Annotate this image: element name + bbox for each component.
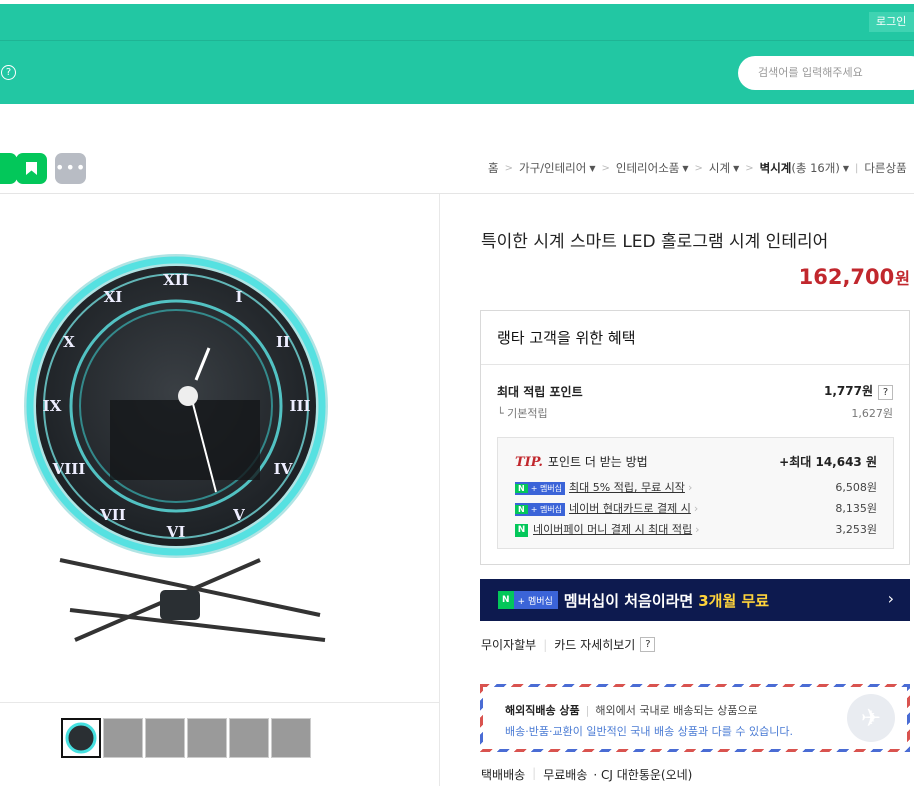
max-point-value: 1,777원: [824, 384, 873, 398]
thumbnail[interactable]: [145, 718, 185, 758]
installment-link[interactable]: 무이자할부: [481, 636, 536, 653]
product-main-image[interactable]: XIIIII IIIIVV VIVIIVIII IXXXI: [0, 230, 440, 670]
svg-text:VI: VI: [166, 523, 186, 541]
overseas-shipping-notice: 해외직배송 상품 | 해외에서 국내로 배송되는 상품으로 배송·반품·교환이 일반…: [480, 684, 910, 752]
svg-text:II: II: [276, 333, 290, 351]
svg-text:V: V: [232, 506, 245, 524]
divider: [0, 702, 439, 703]
shipping-info: 택배배송 | 무료배송 · CJ 대한통운(오네): [481, 766, 693, 782]
bookmark-share-icon[interactable]: [16, 153, 47, 184]
benefit-title: 랭타 고객을 위한 혜택: [497, 329, 636, 347]
login-button[interactable]: 로그인: [869, 12, 914, 32]
more-share-icon[interactable]: •••: [55, 153, 86, 184]
benefit-box: 랭타 고객을 위한 혜택 최대 적립 포인트 1,777원? └ 기본적립 1,…: [480, 310, 910, 565]
membership-badge: N + 멤버십: [498, 591, 558, 609]
svg-text:III: III: [289, 397, 310, 415]
svg-text:VIII: VIII: [52, 460, 86, 478]
svg-text:XI: XI: [104, 288, 123, 306]
thumbnail[interactable]: [61, 718, 101, 758]
chevron-down-icon[interactable]: ▼: [589, 164, 595, 173]
svg-text:IV: IV: [274, 460, 293, 478]
breadcrumb-interior-goods[interactable]: 인테리어소품: [616, 160, 679, 176]
chevron-down-icon[interactable]: ▼: [733, 164, 739, 173]
tip-item[interactable]: N + 멤버십 최대 5% 적립, 무료 시작 › 6,508원: [515, 479, 877, 495]
breadcrumb-furniture[interactable]: 가구/인테리어: [519, 160, 586, 176]
base-point-value: 1,627원: [851, 407, 893, 420]
divider: [0, 193, 914, 194]
naver-share-icon[interactable]: [0, 153, 17, 184]
svg-text:VII: VII: [99, 506, 126, 524]
breadcrumb-wall-clock[interactable]: 벽시계: [760, 160, 792, 176]
breadcrumb-clock[interactable]: 시계: [709, 160, 730, 176]
overseas-label: 해외직배송 상품: [505, 704, 580, 717]
help-icon[interactable]: ?: [640, 637, 656, 652]
chevron-right-icon[interactable]: ›: [888, 589, 894, 608]
airplane-icon: ✈: [847, 694, 895, 742]
base-point-row: └ 기본적립 1,627원: [497, 407, 893, 420]
search-input[interactable]: 검색어를 입력해주세요: [738, 56, 914, 90]
divider: [481, 364, 909, 365]
thumbnail[interactable]: [103, 718, 143, 758]
product-page: 로그인 ? 검색어를 입력해주세요 ••• 홈 > 가구/인테리어 ▼ > 인테리…: [0, 0, 914, 786]
breadcrumb-count: (총 16개): [791, 161, 840, 175]
tip-max: +최대 14,643 원: [779, 455, 877, 469]
help-icon[interactable]: ?: [878, 385, 893, 400]
tip-item[interactable]: N + 멤버십 네이버 현대카드로 결제 시 › 8,135원: [515, 500, 877, 516]
thumbnail[interactable]: [271, 718, 311, 758]
chevron-down-icon[interactable]: ▼: [843, 164, 849, 173]
breadcrumb-home[interactable]: 홈: [488, 160, 499, 176]
product-price: 162,700원: [798, 265, 910, 289]
thumbnail[interactable]: [187, 718, 227, 758]
overseas-note: 배송·반품·교환이 일반적인 국내 배송 상품과 다를 수 있습니다.: [505, 725, 793, 738]
max-point-row: 최대 적립 포인트 1,777원?: [497, 382, 893, 400]
breadcrumb: 홈 > 가구/인테리어 ▼ > 인테리어소품 ▼ > 시계 ▼ > 벽시계 (총 16개…: [488, 160, 907, 176]
thumbnail-list: [61, 718, 313, 758]
card-detail-link[interactable]: 카드 자세히보기: [554, 636, 635, 653]
svg-text:XII: XII: [163, 271, 189, 289]
breadcrumb-other-products[interactable]: 다른상품: [864, 160, 906, 176]
svg-text:IX: IX: [43, 397, 62, 415]
payment-links: 무이자할부 | 카드 자세히보기 ?: [481, 636, 656, 653]
membership-banner[interactable]: N + 멤버십 멤버십이 처음이라면 3개월 무료 ›: [480, 579, 910, 621]
header-divider: [0, 40, 914, 41]
tip-item[interactable]: N 네이버페이 머니 결제 시 최대 적립 › 3,253원: [515, 521, 877, 537]
svg-text:I: I: [235, 288, 242, 306]
svg-text:X: X: [63, 333, 75, 351]
chevron-down-icon[interactable]: ▼: [682, 164, 688, 173]
product-title: 특이한 시계 스마트 LED 홀로그램 시계 인테리어: [481, 232, 829, 252]
help-icon[interactable]: ?: [1, 65, 16, 80]
tip-box: TIP. 포인트 더 받는 방법 +최대 14,643 원 N + 멤버십 최대 5%…: [497, 437, 894, 549]
tip-title: TIP. 포인트 더 받는 방법: [515, 455, 648, 470]
thumbnail[interactable]: [229, 718, 269, 758]
